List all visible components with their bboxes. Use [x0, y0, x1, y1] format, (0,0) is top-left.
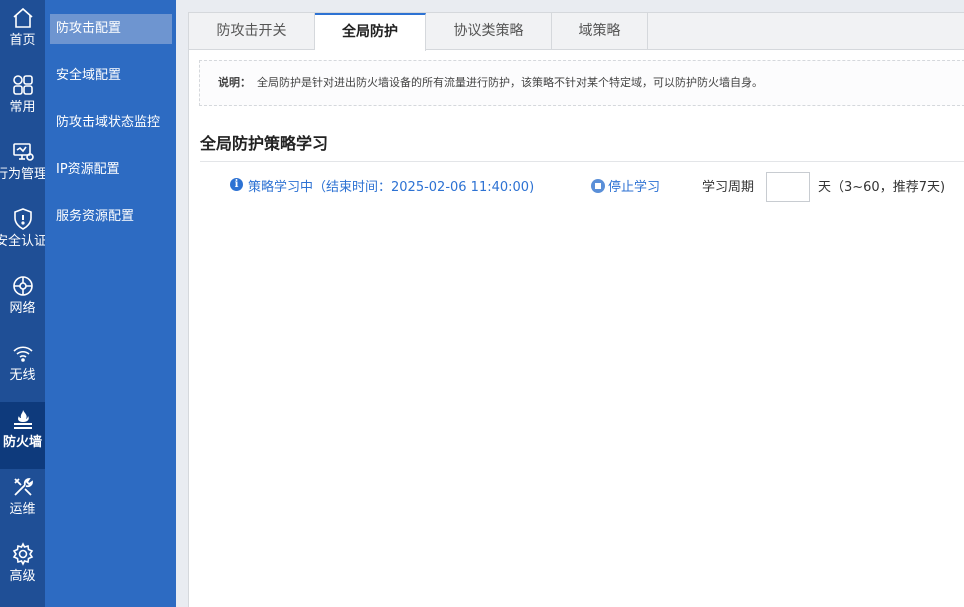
main-nav: 首页 常用 行为管理 安全认证 网络 无线 防火墙 运维 高级 — [0, 0, 45, 607]
behavior-monitor-icon — [12, 143, 34, 161]
nav-item-advanced[interactable]: 高级 — [0, 536, 45, 603]
submenu-item-security-zone-config[interactable]: 安全域配置 — [50, 61, 172, 91]
section-divider — [200, 161, 964, 162]
nav-label: 高级 — [9, 569, 36, 584]
stop-learning-label: 停止学习 — [608, 180, 661, 195]
tab-bar: 防攻击开关 全局防护 协议类策略 域策略 — [189, 13, 964, 51]
wifi-icon — [12, 346, 33, 362]
submenu-item-attack-defense-config[interactable]: 防攻击配置 — [50, 14, 172, 44]
learning-period-input[interactable] — [766, 172, 810, 202]
nav-item-behavior[interactable]: 行为管理 — [0, 134, 45, 201]
nav-item-network[interactable]: 网络 — [0, 268, 45, 335]
nav-label: 安全认证 — [0, 234, 45, 249]
sub-menu: 防攻击配置 安全域配置 防攻击域状态监控 IP资源配置 服务资源配置 — [45, 0, 176, 607]
submenu-item-service-resource-config[interactable]: 服务资源配置 — [50, 202, 172, 232]
firewall-icon — [13, 410, 32, 429]
learning-row: i 策略学习中（结束时间：2025-02-06 11:40:00) 停止学习 学… — [189, 172, 964, 203]
nav-item-home[interactable]: 首页 — [0, 0, 45, 67]
nav-item-security-auth[interactable]: 安全认证 — [0, 201, 45, 268]
nav-item-wireless[interactable]: 无线 — [0, 335, 45, 402]
nav-item-common[interactable]: 常用 — [0, 67, 45, 134]
submenu-item-ip-resource-config[interactable]: IP资源配置 — [50, 155, 172, 185]
nav-item-firewall[interactable]: 防火墙 — [0, 402, 45, 469]
home-icon — [12, 7, 33, 28]
nav-label: 行为管理 — [0, 167, 45, 182]
tab-global-protection[interactable]: 全局防护 — [315, 13, 426, 51]
notice-text: 全局防护是针对进出防火墙设备的所有流量进行防护，该策略不针对某个特定域，可以防护… — [257, 76, 763, 89]
network-globe-icon — [12, 276, 33, 296]
content-panel: 防攻击开关 全局防护 协议类策略 域策略 说明： 全局防护是针对进出防火墙设备的所… — [188, 12, 964, 607]
section-title: 全局防护策略学习 — [200, 134, 329, 153]
tab-attack-switch[interactable]: 防攻击开关 — [189, 13, 315, 50]
learning-status: 策略学习中（结束时间：2025-02-06 11:40:00) — [248, 180, 535, 195]
shield-icon — [13, 208, 32, 230]
tab-zone-policy[interactable]: 域策略 — [552, 13, 648, 50]
learning-period-hint: 天（3~60，推荐7天) — [818, 180, 946, 195]
nav-label: 常用 — [9, 100, 36, 115]
stop-learning-button[interactable]: 停止学习 — [591, 176, 660, 196]
stop-icon — [591, 179, 605, 193]
nav-item-ops[interactable]: 运维 — [0, 469, 45, 536]
tools-icon — [13, 478, 33, 496]
tab-protocol-policy[interactable]: 协议类策略 — [426, 13, 552, 50]
nav-label: 防火墙 — [2, 435, 42, 450]
nav-label: 首页 — [9, 33, 36, 48]
notice-box: 说明： 全局防护是针对进出防火墙设备的所有流量进行防护，该策略不针对某个特定域，可… — [199, 60, 964, 106]
notice-title: 说明： — [218, 76, 251, 89]
nav-label: 运维 — [9, 502, 36, 517]
info-icon: i — [230, 178, 243, 191]
learning-period-label: 学习周期 — [702, 180, 755, 195]
nav-label: 网络 — [9, 301, 36, 316]
grid-icon — [12, 75, 33, 95]
gear-icon — [12, 542, 33, 566]
submenu-item-zone-status-monitor[interactable]: 防攻击域状态监控 — [50, 108, 172, 138]
nav-label: 无线 — [9, 368, 36, 383]
